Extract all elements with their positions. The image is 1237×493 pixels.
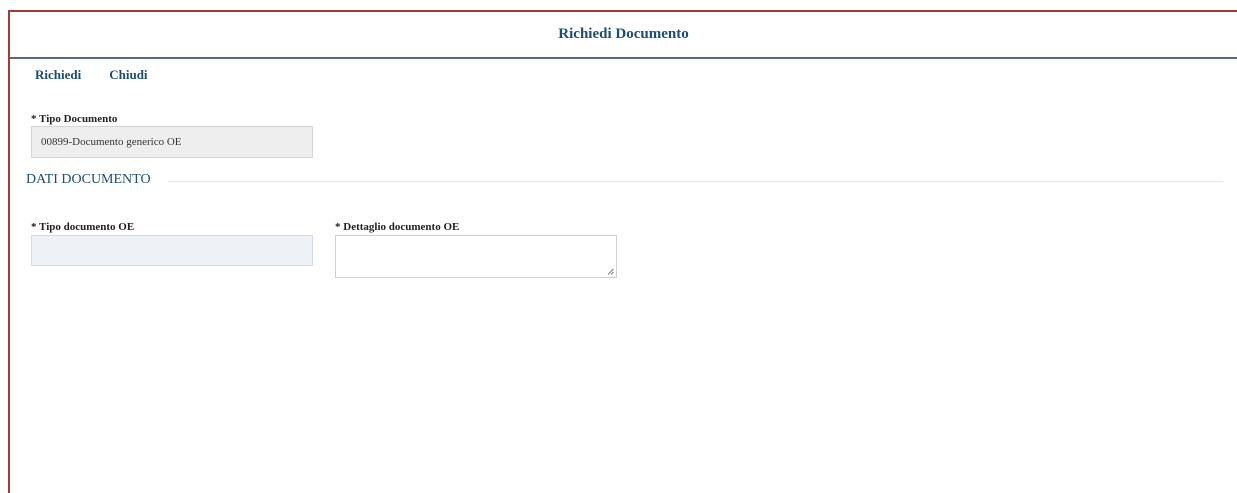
- section-divider: [168, 181, 1223, 182]
- richiedi-button[interactable]: Richiedi: [35, 67, 81, 83]
- tipo-documento-value: 00899-Documento generico OE: [41, 136, 182, 148]
- dettaglio-documento-oe-textarea[interactable]: [335, 235, 617, 278]
- resize-grip-icon[interactable]: [607, 268, 614, 275]
- tipo-documento-label: * Tipo Documento: [31, 113, 118, 125]
- tipo-documento-field: 00899-Documento generico OE: [31, 126, 313, 158]
- page-title: Richiedi Documento: [558, 26, 689, 42]
- form-frame: Richiedi Documento Richiedi Chiudi * Tip…: [8, 10, 1237, 493]
- chiudi-button[interactable]: Chiudi: [109, 67, 147, 83]
- section-title-dati-documento: DATI DOCUMENTO: [26, 172, 151, 187]
- tipo-documento-oe-select[interactable]: [31, 235, 313, 266]
- toolbar: Richiedi Chiudi: [35, 67, 148, 83]
- dettaglio-documento-oe-label: * Dettaglio documento OE: [335, 221, 460, 233]
- title-bar: Richiedi Documento: [10, 12, 1237, 59]
- tipo-documento-oe-label: * Tipo documento OE: [31, 221, 135, 233]
